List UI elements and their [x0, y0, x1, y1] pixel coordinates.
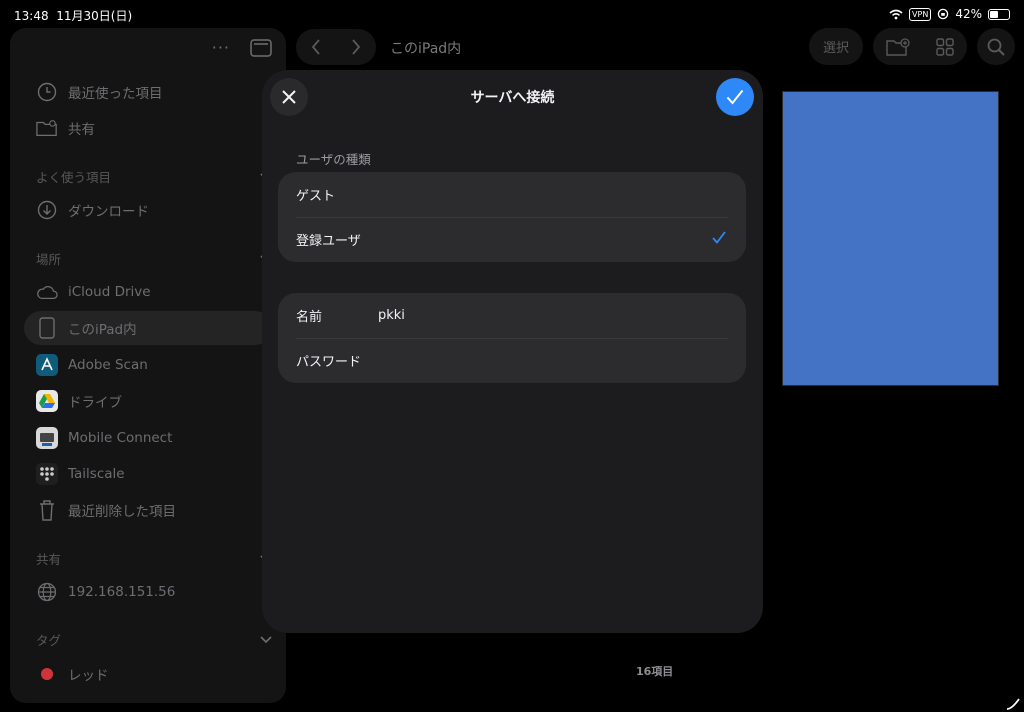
sidebar-toggle-icon[interactable]	[250, 38, 272, 57]
sidebar-item-label: 最近削除した項目	[68, 504, 176, 520]
password-field[interactable]: パスワード	[278, 338, 746, 383]
connect-server-modal: サーバへ接続 ユーザの種類 ゲスト 登録ユーザ 名前 pkki パスワード	[262, 70, 763, 633]
toolbar-group	[873, 28, 967, 65]
tailscale-icon	[36, 463, 58, 485]
sidebar-item-recently-deleted[interactable]: 最近削除した項目	[24, 493, 272, 527]
status-right: VPN 42%	[889, 7, 1010, 21]
sidebar-item-tailscale[interactable]: Tailscale	[24, 457, 272, 491]
battery-percent: 42%	[955, 7, 982, 21]
more-icon[interactable]: ···	[212, 38, 230, 57]
password-label: パスワード	[296, 355, 362, 370]
new-folder-icon[interactable]	[886, 37, 910, 56]
location-title: このiPad内	[390, 41, 462, 57]
sidebar-item-label: iCloud Drive	[68, 284, 151, 300]
sidebar-item-label: 最近使った項目	[68, 86, 163, 102]
sidebar-item-server[interactable]: 192.168.151.56	[24, 575, 272, 609]
red-tag-icon	[36, 663, 58, 685]
orientation-lock-icon	[938, 8, 949, 20]
nav-buttons	[296, 29, 376, 65]
mobile-connect-icon	[36, 427, 58, 449]
file-thumbnail[interactable]	[782, 91, 999, 386]
section-favorites[interactable]: よく使う項目	[36, 167, 272, 186]
status-time: 13:48 11月30日(日)	[14, 9, 133, 23]
adobe-scan-icon	[36, 354, 58, 376]
option-registered-user[interactable]: 登録ユーザ	[278, 217, 746, 262]
ipad-icon	[36, 317, 58, 339]
forward-chevron-icon[interactable]	[351, 39, 361, 55]
confirm-button[interactable]	[716, 78, 754, 116]
item-count: 16項目	[636, 665, 674, 678]
sidebar-item-label: 共有	[68, 122, 95, 138]
download-icon	[36, 199, 58, 221]
globe-icon	[36, 581, 58, 603]
name-value: pkki	[378, 308, 405, 323]
sidebar-item-label: ダウンロード	[68, 204, 149, 220]
trash-icon	[36, 499, 58, 521]
checkmark-icon	[712, 231, 726, 244]
user-type-group: ゲスト 登録ユーザ	[278, 172, 746, 262]
cloud-icon	[36, 281, 58, 303]
sidebar-item-icloud-drive[interactable]: iCloud Drive	[24, 275, 272, 309]
shared-folder-icon	[36, 117, 58, 139]
sidebar-item-label: このiPad内	[68, 322, 137, 338]
sidebar-item-label: Tailscale	[68, 466, 125, 482]
chevron-down-icon	[260, 635, 272, 643]
google-drive-icon	[36, 390, 58, 412]
modal-title: サーバへ接続	[470, 90, 555, 106]
sidebar-item-on-my-ipad[interactable]: このiPad内	[24, 311, 272, 345]
sidebar-item-label: レッド	[68, 668, 109, 684]
clock-icon	[36, 81, 58, 103]
grid-view-icon[interactable]	[936, 37, 954, 56]
wifi-icon	[889, 9, 903, 19]
status-bar: 13:48 11月30日(日) VPN 42%	[0, 0, 1024, 28]
sidebar-item-tag-red[interactable]: レッド	[24, 657, 272, 691]
sidebar-item-shared[interactable]: 共有	[24, 111, 272, 145]
sidebar-item-label: Adobe Scan	[68, 357, 148, 373]
sidebar-item-label: Mobile Connect	[68, 430, 173, 446]
select-button[interactable]: 選択	[809, 28, 863, 65]
sidebar-item-downloads[interactable]: ダウンロード	[24, 193, 272, 227]
battery-fill	[990, 10, 998, 18]
sidebar-item-label: ドライブ	[68, 395, 122, 411]
vpn-badge: VPN	[909, 7, 932, 21]
section-shared[interactable]: 共有	[36, 549, 272, 568]
pencil-cursor-icon	[1006, 698, 1020, 710]
option-guest[interactable]: ゲスト	[278, 172, 746, 217]
checkmark-icon	[726, 89, 744, 105]
back-chevron-icon[interactable]	[311, 39, 321, 55]
sidebar-item-recents[interactable]: 最近使った項目	[24, 75, 272, 109]
battery-icon	[988, 8, 1010, 20]
name-field[interactable]: 名前 pkki	[278, 293, 746, 338]
credentials-group: 名前 pkki パスワード	[278, 293, 746, 383]
sidebar-item-google-drive[interactable]: ドライブ	[24, 384, 272, 418]
user-type-header: ユーザの種類	[296, 152, 371, 167]
sidebar: ··· 最近使った項目 共有 よく使う項目 ダウンロード 場所 iCloud D…	[10, 28, 286, 703]
section-locations[interactable]: 場所	[36, 249, 272, 268]
name-label: 名前	[296, 310, 323, 325]
sidebar-item-mobile-connect[interactable]: Mobile Connect	[24, 421, 272, 455]
sidebar-item-label: 192.168.151.56	[68, 584, 176, 600]
sidebar-top-icons: ···	[212, 38, 272, 57]
search-icon	[987, 38, 1005, 56]
section-tags[interactable]: タグ	[36, 630, 272, 649]
sidebar-item-adobe-scan[interactable]: Adobe Scan	[24, 348, 272, 382]
search-button[interactable]	[977, 28, 1015, 65]
